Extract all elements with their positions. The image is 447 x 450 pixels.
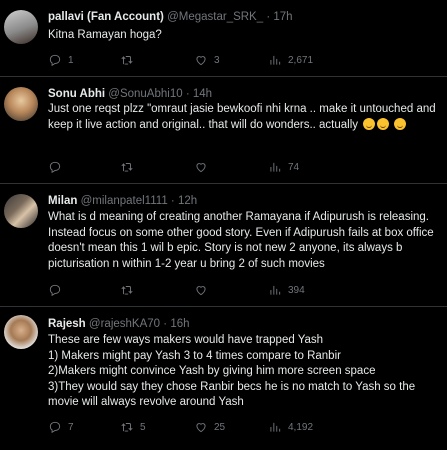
retweet-button[interactable] xyxy=(120,159,140,175)
tweet-header: Rajesh @rajeshKA70 · 16h xyxy=(48,317,190,331)
tweet-header: pallavi (Fan Account) @Megastar_SRK_ · 1… xyxy=(48,10,293,24)
tweet-text-line: 2)Makers might convince Yash by giving h… xyxy=(48,365,376,377)
reply-icon xyxy=(49,54,61,67)
reply-icon xyxy=(49,284,61,297)
avatar[interactable] xyxy=(4,10,38,44)
reply-icon xyxy=(49,161,61,174)
like-count: 25 xyxy=(214,421,226,433)
tweet-text: Just one reqst plzz "omraut jasie bewkoo… xyxy=(48,102,439,133)
bar-chart-icon xyxy=(270,162,281,172)
shy-face-emoji-icon xyxy=(363,117,376,130)
tweet[interactable]: pallavi (Fan Account) @Megastar_SRK_ · 1… xyxy=(0,0,447,77)
avatar[interactable] xyxy=(4,194,38,228)
timestamp[interactable]: 12h xyxy=(178,195,197,207)
reply-count: 1 xyxy=(68,54,74,66)
retweet-button[interactable] xyxy=(120,52,140,68)
tweet-header: Milan @milanpatel1111 · 12h xyxy=(48,194,197,208)
heart-icon xyxy=(196,423,206,433)
separator: · xyxy=(266,11,271,23)
tweet-text-line: These are few ways makers would have tra… xyxy=(48,334,324,346)
reply-button[interactable] xyxy=(48,159,68,175)
heart-icon xyxy=(196,286,206,296)
avatar[interactable] xyxy=(4,315,38,349)
bar-chart-icon xyxy=(270,422,281,432)
separator: · xyxy=(163,318,168,330)
views-button[interactable]: 4,192 xyxy=(268,419,313,435)
view-count: 394 xyxy=(288,284,305,296)
timestamp[interactable]: 14h xyxy=(193,88,212,100)
retweet-icon xyxy=(121,285,133,295)
tweet[interactable]: Sonu Abhi @SonuAbhi10 · 14h Just one req… xyxy=(0,77,447,184)
tweet[interactable]: Rajesh @rajeshKA70 · 16h These are few w… xyxy=(0,307,447,450)
reply-count: 7 xyxy=(68,421,74,433)
tweet-actions: 1 3 2,671 xyxy=(48,52,428,68)
reply-button[interactable]: 7 xyxy=(48,419,74,435)
bar-chart-icon xyxy=(270,285,281,295)
author-name[interactable]: Sonu Abhi xyxy=(48,88,105,100)
like-button[interactable] xyxy=(194,159,214,175)
tweet-text: Kitna Ramayan hoga? xyxy=(48,29,162,41)
author-name[interactable]: pallavi (Fan Account) xyxy=(48,11,164,23)
views-button[interactable]: 2,671 xyxy=(268,52,313,68)
reply-button[interactable]: 1 xyxy=(48,52,74,68)
tweet-text: What is d meaning of creating another Ra… xyxy=(48,211,434,270)
retweet-button[interactable]: 5 xyxy=(120,419,146,435)
author-name[interactable]: Milan xyxy=(48,195,77,207)
views-button[interactable]: 74 xyxy=(268,159,299,175)
like-count: 3 xyxy=(214,54,220,66)
view-count: 2,671 xyxy=(288,54,314,66)
bar-chart-icon xyxy=(270,55,281,65)
avatar[interactable] xyxy=(4,87,38,121)
retweet-count: 5 xyxy=(140,421,146,433)
heart-icon xyxy=(196,163,206,173)
shy-face-emoji-icon xyxy=(377,117,390,130)
shy-face-emoji-icon xyxy=(394,117,407,130)
timestamp[interactable]: 17h xyxy=(273,11,292,23)
like-button[interactable] xyxy=(194,282,214,298)
separator: · xyxy=(170,195,175,207)
author-handle[interactable]: @SonuAbhi10 xyxy=(108,88,182,100)
tweet-actions: 74 xyxy=(48,159,428,175)
retweet-icon xyxy=(121,162,133,172)
reply-icon xyxy=(49,421,61,434)
tweet-actions: 7 5 25 4,192 xyxy=(48,419,428,435)
retweet-button[interactable] xyxy=(120,282,140,298)
separator: · xyxy=(185,88,190,100)
author-handle[interactable]: @rajeshKA70 xyxy=(89,318,160,330)
tweet-actions: 394 xyxy=(48,282,428,298)
author-name[interactable]: Rajesh xyxy=(48,318,86,330)
view-count: 4,192 xyxy=(288,421,314,433)
reply-button[interactable] xyxy=(48,282,68,298)
retweet-icon xyxy=(121,55,133,65)
view-count: 74 xyxy=(288,161,300,173)
like-button[interactable]: 3 xyxy=(194,52,220,68)
tweet-text-line: 1) Makers might pay Yash 3 to 4 times co… xyxy=(48,349,341,362)
tweet-header: Sonu Abhi @SonuAbhi10 · 14h xyxy=(48,87,212,101)
tweet[interactable]: Milan @milanpatel1111 · 12h What is d me… xyxy=(0,184,447,307)
heart-icon xyxy=(196,56,206,66)
views-button[interactable]: 394 xyxy=(268,282,305,298)
like-button[interactable]: 25 xyxy=(194,419,225,435)
tweet-text-line: 3)They would say they chose Ranbir becs … xyxy=(48,380,416,409)
retweet-icon xyxy=(121,422,133,432)
author-handle[interactable]: @milanpatel1111 xyxy=(81,195,168,207)
author-handle[interactable]: @Megastar_SRK_ xyxy=(167,11,263,23)
tweet-text: These are few ways makers would have tra… xyxy=(48,333,439,411)
timestamp[interactable]: 16h xyxy=(170,318,189,330)
